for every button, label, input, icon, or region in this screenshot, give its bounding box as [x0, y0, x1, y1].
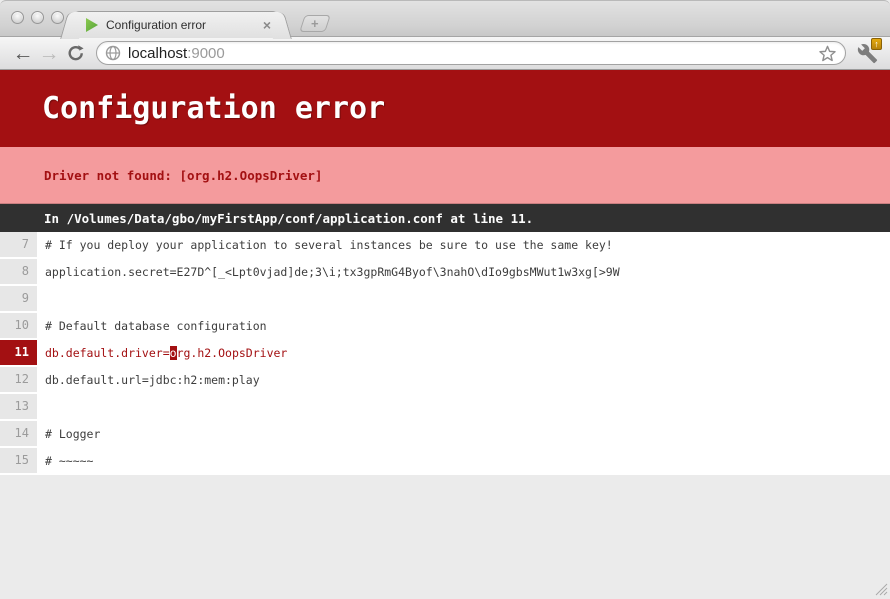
address-bar[interactable]: localhost:9000: [96, 41, 846, 65]
code-text: # Logger: [37, 421, 890, 448]
tab-close-icon[interactable]: ×: [263, 18, 271, 32]
code-line: 9: [0, 286, 890, 313]
code-line: 13: [0, 394, 890, 421]
code-line: 10# Default database configuration: [0, 313, 890, 340]
browser-tab[interactable]: Configuration error ×: [72, 11, 280, 38]
code-line: 8application.secret=E27D^[_<Lpt0vjad]de;…: [0, 259, 890, 286]
line-number: 15: [0, 448, 37, 475]
code-text: db.default.driver=org.h2.OopsDriver: [37, 340, 890, 367]
line-number: 9: [0, 286, 37, 313]
window-minimize-button[interactable]: [31, 11, 44, 24]
browser-toolbar: ← → localhost:9000 ↑: [0, 37, 890, 70]
line-number: 11: [0, 340, 37, 367]
error-banner: Driver not found: [org.h2.OopsDriver]: [0, 147, 890, 204]
resize-grip[interactable]: [875, 583, 888, 596]
error-header: Configuration error: [0, 70, 890, 147]
url-text: localhost:9000: [128, 45, 818, 62]
error-location: In /Volumes/Data/gbo/myFirstApp/conf/app…: [44, 211, 533, 226]
code-text: [37, 286, 890, 313]
source-code-listing: 7# If you deploy your application to sev…: [0, 232, 890, 475]
code-line: 14# Logger: [0, 421, 890, 448]
window-close-button[interactable]: [11, 11, 24, 24]
line-number: 13: [0, 394, 37, 421]
reload-button[interactable]: [62, 44, 90, 62]
star-icon: [818, 44, 837, 63]
code-text: # If you deploy your application to seve…: [37, 232, 890, 259]
code-text: application.secret=E27D^[_<Lpt0vjad]de;3…: [37, 259, 890, 286]
tab-strip: Configuration error × +: [0, 0, 890, 37]
browser-menu-button[interactable]: ↑: [854, 40, 880, 66]
line-number: 10: [0, 313, 37, 340]
plus-icon: +: [311, 17, 319, 30]
code-line: 15# ~~~~~: [0, 448, 890, 475]
code-text: # ~~~~~: [37, 448, 890, 475]
error-location-bar: In /Volumes/Data/gbo/myFirstApp/conf/app…: [0, 204, 890, 232]
back-button[interactable]: ←: [10, 43, 36, 64]
code-text: db.default.url=jdbc:h2:mem:play: [37, 367, 890, 394]
line-number: 14: [0, 421, 37, 448]
reload-icon: [67, 44, 85, 62]
page-title: Configuration error: [42, 91, 385, 126]
code-line: 12db.default.url=jdbc:h2:mem:play: [0, 367, 890, 394]
url-port: :9000: [187, 45, 225, 62]
url-host: localhost: [128, 45, 187, 62]
window-controls: [11, 11, 64, 24]
error-marker: o: [170, 346, 177, 360]
line-number: 7: [0, 232, 37, 259]
page-content: Configuration error Driver not found: [o…: [0, 70, 890, 598]
new-tab-button[interactable]: +: [299, 15, 331, 32]
code-text: [37, 394, 890, 421]
code-line-error: 11db.default.driver=org.h2.OopsDriver: [0, 340, 890, 367]
line-number: 12: [0, 367, 37, 394]
error-message: Driver not found: [org.h2.OopsDriver]: [44, 168, 322, 183]
browser-window: Configuration error × + ← → localhost:90…: [0, 0, 890, 599]
bookmark-star-button[interactable]: [818, 44, 837, 63]
forward-button[interactable]: →: [36, 43, 62, 64]
globe-icon: [105, 45, 121, 61]
line-number: 8: [0, 259, 37, 286]
code-text: # Default database configuration: [37, 313, 890, 340]
update-badge-icon: ↑: [871, 38, 882, 50]
code-line: 7# If you deploy your application to sev…: [0, 232, 890, 259]
window-zoom-button[interactable]: [51, 11, 64, 24]
play-framework-icon: [85, 18, 98, 32]
tab-title: Configuration error: [106, 18, 263, 32]
